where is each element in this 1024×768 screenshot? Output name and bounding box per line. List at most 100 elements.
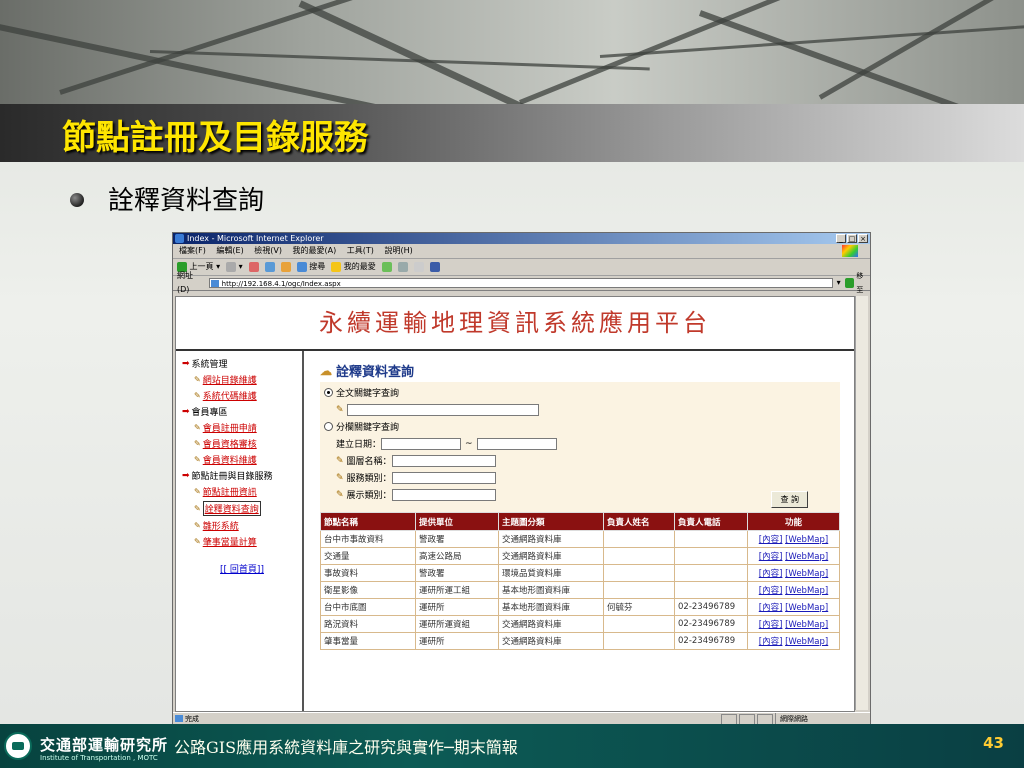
footer-title: 公路GIS應用系統資料庫之研究與實作─期末簡報 <box>174 738 518 757</box>
address-label: 網址(D) <box>177 271 193 294</box>
display-label: 展示類別： <box>346 491 392 501</box>
close-button[interactable]: × <box>858 234 868 243</box>
query-title: 詮釋資料查詢 <box>336 365 415 380</box>
cell-functions: [內容] [WebMap] <box>747 598 840 616</box>
minimize-button[interactable]: _ <box>836 234 846 243</box>
ie-icon <box>175 234 184 243</box>
table-row: 交通量 高速公路局 交通網路資料庫 [內容] [WebMap] <box>320 547 840 565</box>
cell-contact-phone: 02-23496789 <box>674 598 748 616</box>
radio-field[interactable] <box>324 422 333 431</box>
home-icon[interactable] <box>280 262 291 272</box>
nav-link-review[interactable]: 會員資格審核 <box>203 437 257 450</box>
service-input[interactable] <box>391 471 496 484</box>
content-link[interactable]: [內容] <box>759 552 783 562</box>
menu-help[interactable]: 說明(H) <box>384 246 412 255</box>
radio-fulltext[interactable] <box>324 388 333 397</box>
bullet-icon <box>70 193 84 207</box>
nav-link-node-info[interactable]: 節點註冊資訊 <box>203 485 257 498</box>
nav-item-accident-calc: ✎ 肇事當量計算 <box>194 535 302 548</box>
content-link[interactable]: [內容] <box>759 535 783 545</box>
cell-provider: 運研所運工組 <box>415 581 499 599</box>
webmap-link[interactable]: [WebMap] <box>785 620 828 630</box>
webmap-link[interactable]: [WebMap] <box>785 603 828 613</box>
pencil-icon: ✎ <box>194 521 201 530</box>
webmap-link[interactable]: [WebMap] <box>785 569 828 579</box>
menu-file[interactable]: 檔案(F) <box>179 246 206 255</box>
webmap-link[interactable]: [WebMap] <box>785 552 828 562</box>
pencil-icon: ✎ <box>194 487 201 496</box>
fulltext-label: 全文關鍵字查詢 <box>336 389 400 399</box>
cell-contact-name: 何毓芬 <box>603 598 675 616</box>
cell-provider: 警政署 <box>415 530 499 548</box>
content-link[interactable]: [內容] <box>759 620 783 630</box>
nav-link-member-data[interactable]: 會員資料維護 <box>203 453 257 466</box>
webmap-link[interactable]: [WebMap] <box>785 535 828 545</box>
nav-link-directory[interactable]: 網站目錄維護 <box>203 373 257 386</box>
vertical-scrollbar[interactable] <box>855 296 868 710</box>
address-dropdown[interactable]: ▾ <box>837 276 841 290</box>
cell-node-name: 事故資料 <box>320 564 416 582</box>
webmap-link[interactable]: [WebMap] <box>785 586 828 596</box>
nav-link-codes[interactable]: 系統代碼維護 <box>203 389 257 402</box>
cell-functions: [內容] [WebMap] <box>747 564 840 582</box>
pencil-icon: ✎ <box>336 489 344 500</box>
fulltext-input[interactable] <box>346 403 539 416</box>
history-icon[interactable] <box>381 262 392 272</box>
menu-view[interactable]: 檢視(V) <box>254 246 282 255</box>
cell-contact-name <box>603 530 675 548</box>
pencil-icon: ✎ <box>194 375 201 384</box>
search-button[interactable]: 搜尋 <box>296 259 325 275</box>
content-link[interactable]: [內容] <box>759 603 783 613</box>
menu-edit[interactable]: 編輯(E) <box>216 246 243 255</box>
date-label: 建立日期： <box>336 440 382 450</box>
table-row: 衛星影像 運研所運工組 基本地形圖資料庫 [內容] [WebMap] <box>320 581 840 599</box>
pencil-icon: ✎ <box>194 391 201 400</box>
cell-functions: [內容] [WebMap] <box>747 530 840 548</box>
menu-bar: 檔案(F) 編輯(E) 檢視(V) 我的最愛(A) 工具(T) 說明(H) <box>173 244 870 259</box>
mail-icon[interactable] <box>397 262 408 272</box>
cell-node-name: 台中市事故資料 <box>320 530 416 548</box>
layer-input[interactable] <box>391 454 496 467</box>
menu-favorites[interactable]: 我的最愛(A) <box>293 246 337 255</box>
go-button[interactable]: 移至 <box>844 269 870 297</box>
cell-provider: 高速公路局 <box>415 547 499 565</box>
menu-tools[interactable]: 工具(T) <box>347 246 374 255</box>
word-icon[interactable] <box>429 262 440 272</box>
bullet-text: 詮釋資料查詢 <box>108 186 265 216</box>
nav-link-metadata-query[interactable]: 詮釋資料查詢 <box>202 501 261 516</box>
nav-link-accident-calc[interactable]: 肇事當量計算 <box>203 535 257 548</box>
cell-functions: [內容] [WebMap] <box>747 547 840 565</box>
maximize-button[interactable]: □ <box>847 234 857 243</box>
web-page: 永續運輸地理資訊系統應用平台 ➡ 系統管理 ✎ 網站目錄維護 ✎ 系統代碼維護 ➡ 會員… <box>175 296 855 712</box>
date-from-input[interactable] <box>381 437 462 450</box>
nav-link-prototype[interactable]: 雛形系統 <box>203 519 239 532</box>
table-row: 路況資料 運研所運資組 交通網路資料庫 02-23496789 [內容] [WebMap… <box>320 615 840 633</box>
date-to-input[interactable] <box>476 437 557 450</box>
nav-section-label: 系統管理 <box>191 360 228 370</box>
go-label: 移至 <box>856 272 864 294</box>
cell-provider: 運研所 <box>415 632 499 650</box>
browser-window: Index - Microsoft Internet Explorer _ □ … <box>172 232 871 726</box>
url-input[interactable]: http://192.168.4.1/ogc/Index.aspx <box>208 278 833 288</box>
nav-link-register[interactable]: 會員註冊申請 <box>203 421 257 434</box>
favorites-label: 我的最愛 <box>343 262 376 271</box>
display-input[interactable] <box>391 488 496 501</box>
content-link[interactable]: [內容] <box>759 637 783 647</box>
query-button[interactable]: 查 詢 <box>771 491 808 508</box>
content-link[interactable]: [內容] <box>759 569 783 579</box>
forward-button[interactable]: ▾ <box>226 259 243 275</box>
favorites-button[interactable]: 我的最愛 <box>331 259 376 275</box>
home-link[interactable]: [[ 回首頁]] <box>220 565 264 575</box>
refresh-icon[interactable] <box>264 262 275 272</box>
webmap-link[interactable]: [WebMap] <box>785 637 828 647</box>
col-provider: 提供單位 <box>415 512 499 531</box>
content-link[interactable]: [內容] <box>759 586 783 596</box>
forward-arrow-icon <box>226 261 237 272</box>
cell-provider: 運研所 <box>415 598 499 616</box>
status-panel <box>739 713 755 725</box>
stop-icon[interactable] <box>248 262 259 272</box>
print-icon[interactable] <box>413 262 424 272</box>
cell-contact-name <box>603 547 675 565</box>
cell-functions: [內容] [WebMap] <box>747 581 840 599</box>
arrow-right-icon: ➡ <box>182 358 190 369</box>
